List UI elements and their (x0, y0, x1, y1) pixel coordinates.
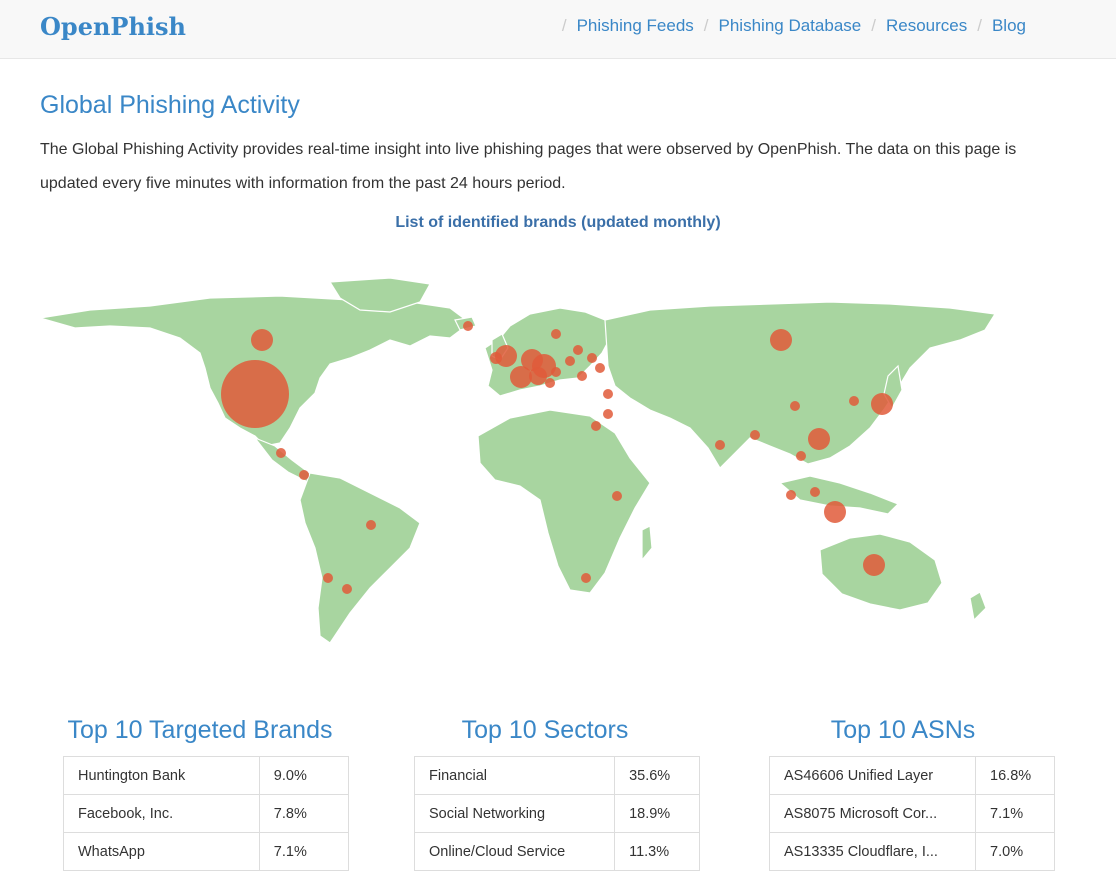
table-row: AS8075 Microsoft Cor... 7.1% (769, 794, 1055, 833)
bubble-iceland[interactable] (463, 321, 473, 331)
bubble-mexico[interactable] (276, 448, 286, 458)
bubble-sweden[interactable] (551, 329, 561, 339)
asia-shape (604, 301, 997, 469)
bubble-canada[interactable] (251, 329, 273, 351)
bubble-spain[interactable] (545, 378, 555, 388)
top-asns-table: AS46606 Unified Layer 16.8% AS8075 Micro… (769, 756, 1055, 871)
sector-name: Financial (429, 767, 488, 784)
bubble-argentina[interactable] (342, 584, 352, 594)
brand-name: WhatsApp (63, 832, 260, 871)
bubble-india[interactable] (715, 440, 725, 450)
asn-name: AS8075 Microsoft Cor... (769, 794, 976, 833)
top-sectors-table: Financial 35.6% Social Networking 18.9% … (414, 756, 700, 871)
page-title: Global Phishing Activity (40, 91, 300, 119)
asn-name: AS13335 Cloudflare, I... (769, 832, 976, 871)
asn-percentage: 7.0% (975, 832, 1055, 871)
bubble-kenya[interactable] (612, 491, 622, 501)
bubble-egypt[interactable] (591, 421, 601, 431)
nav-phishing-database[interactable]: Phishing Database (719, 16, 862, 36)
table-row: Facebook, Inc. 7.8% (63, 794, 349, 833)
section-title-sectors: Top 10 Sectors (461, 716, 629, 744)
bubble-france[interactable] (510, 366, 532, 388)
bubble-japan[interactable] (871, 393, 893, 415)
bubble-south-africa[interactable] (581, 573, 591, 583)
bubble-ukraine[interactable] (587, 353, 597, 363)
brand-name: Facebook, Inc. (63, 794, 260, 833)
nav-separator: / (871, 16, 876, 35)
bubble-brazil[interactable] (366, 520, 376, 530)
identified-brands-link[interactable]: List of identified brands (updated month… (0, 214, 1116, 232)
bubble-korea[interactable] (849, 396, 859, 406)
nav-blog[interactable]: Blog (992, 16, 1026, 36)
section-title-brands: Top 10 Targeted Brands (67, 716, 333, 744)
bubble-switzerland[interactable] (529, 367, 547, 385)
table-row: WhatsApp 7.1% (63, 832, 349, 871)
bubble-hong-kong[interactable] (808, 428, 830, 450)
table-row: Financial 35.6% (415, 756, 700, 795)
nav-separator: / (561, 16, 567, 35)
bubble-malaysia[interactable] (810, 487, 820, 497)
bubble-poland[interactable] (573, 345, 583, 355)
africa-shape (477, 409, 651, 594)
brand-percentage: 9.0% (258, 756, 349, 795)
bubble-russia[interactable] (770, 329, 792, 351)
table-row: Huntington Bank 9.0% (64, 756, 349, 795)
bubble-australia[interactable] (863, 554, 885, 576)
main-nav: / Phishing Feeds / Phishing Database / R… (552, 16, 1026, 36)
bubble-indonesia[interactable] (824, 501, 846, 523)
sector-name: Online/Cloud Service (414, 832, 615, 871)
nav-separator: / (703, 16, 709, 35)
asn-percentage: 7.1% (975, 794, 1055, 833)
brand-percentage: 7.8% (258, 794, 349, 833)
sector-percentage: 35.6% (614, 756, 700, 795)
bubble-italy[interactable] (551, 367, 561, 377)
brand-name: Huntington Bank (78, 767, 186, 784)
south-america-shape (299, 472, 421, 644)
madagascar-shape (641, 525, 653, 562)
table-row: AS46606 Unified Layer 16.8% (770, 756, 1055, 795)
world-phishing-map[interactable] (30, 268, 1000, 653)
asn-percentage: 16.8% (975, 756, 1055, 795)
bubble-vietnam[interactable] (796, 451, 806, 461)
brand-percentage: 7.1% (258, 832, 349, 871)
bubble-israel[interactable] (603, 409, 613, 419)
asn-name: AS46606 Unified Layer (784, 767, 934, 784)
sector-percentage: 18.9% (614, 794, 700, 833)
top-brands-table: Huntington Bank 9.0% Facebook, Inc. 7.8%… (63, 756, 349, 871)
nav-resources[interactable]: Resources (886, 16, 967, 36)
bubble-bangladesh[interactable] (750, 430, 760, 440)
bubble-united-states[interactable] (221, 360, 289, 428)
bubble-czechia[interactable] (565, 356, 575, 366)
openphish-logo[interactable]: OpenPhish (40, 12, 186, 41)
table-row: Online/Cloud Service 11.3% (414, 832, 700, 871)
section-title-asns: Top 10 ASNs (830, 716, 976, 744)
bubble-singapore[interactable] (786, 490, 796, 500)
new-zealand-shape (969, 591, 987, 622)
bubble-romania[interactable] (595, 363, 605, 373)
world-landmass (39, 277, 997, 644)
bubble-china[interactable] (790, 401, 800, 411)
bubble-costa-rica[interactable] (299, 470, 309, 480)
nav-phishing-feeds[interactable]: Phishing Feeds (577, 16, 694, 36)
bubble-hungary[interactable] (577, 371, 587, 381)
table-row: AS13335 Cloudflare, I... 7.0% (769, 832, 1055, 871)
bubble-turkey[interactable] (603, 389, 613, 399)
top-navbar: OpenPhish / Phishing Feeds / Phishing Da… (0, 0, 1116, 59)
intro-text: The Global Phishing Activity provides re… (40, 141, 1017, 192)
bubble-chile[interactable] (323, 573, 333, 583)
sector-percentage: 11.3% (614, 832, 700, 871)
nav-separator: / (977, 16, 982, 35)
table-row: Social Networking 18.9% (414, 794, 700, 833)
sector-name: Social Networking (414, 794, 615, 833)
bubble-ireland[interactable] (490, 352, 502, 364)
